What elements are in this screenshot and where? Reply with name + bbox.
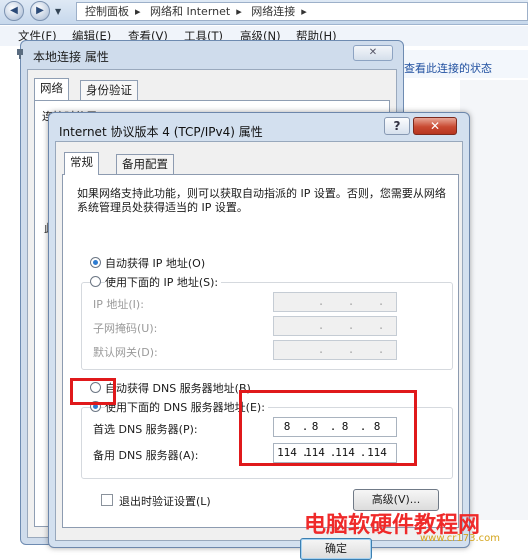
view-connection-status-link[interactable]: 查看此连接的状态 [404,60,492,76]
network-adapter-icon [17,49,23,59]
general-tab-panel: 如果网络支持此功能，则可以获取自动指派的 IP 设置。否则，您需要从网络系统管理… [62,174,459,528]
forward-icon[interactable]: ▶ [30,1,50,21]
dialog-body: 常规 备用配置 如果网络支持此功能，则可以获取自动指派的 IP 设置。否则，您需… [55,141,463,560]
subnet-mask-field[interactable]: ... [273,316,397,336]
ip-address-label: IP 地址(I): [93,298,144,311]
tab-authentication[interactable]: 身份验证 [80,80,138,100]
dialog-title: Internet 协议版本 4 (TCP/IPv4) 属性 [59,125,263,139]
auto-dns-label[interactable]: 自动获得 DNS 服务器地址(B) [105,380,251,396]
breadcrumb-item[interactable]: 控制面板 [85,5,129,18]
validate-on-exit-checkbox[interactable] [101,494,113,506]
tab-alternate-configuration[interactable]: 备用配置 [116,154,174,174]
breadcrumb-separator-icon: ▸ [301,5,307,18]
intro-text: 如果网络支持此功能，则可以获取自动指派的 IP 设置。否则，您需要从网络系统管理… [77,187,446,214]
highlight-manual-dns-radio [70,378,116,405]
breadcrumb-separator-icon: ▸ [135,5,141,18]
subnet-mask-label: 子网掩码(U): [93,322,158,335]
highlight-dns-fields [239,390,417,466]
watermark-subtext: www.cr173.com [420,533,501,544]
history-dropdown-icon[interactable]: ▼ [55,7,61,16]
breadcrumb[interactable]: 控制面板 ▸ 网络和 Internet ▸ 网络连接 ▸ [76,2,528,21]
default-gateway-field[interactable]: ... [273,340,397,360]
tab-network[interactable]: 网络 [34,78,69,100]
preferred-dns-label: 首选 DNS 服务器(P): [93,423,198,436]
auto-ip-label[interactable]: 自动获得 IP 地址(O) [105,255,205,271]
validate-on-exit-label[interactable]: 退出时验证设置(L) [119,493,211,509]
ok-button[interactable]: 确定 [300,538,372,560]
connections-pane [460,80,528,520]
manual-ip-radio[interactable] [90,276,101,287]
address-bar: ◀ ▶ ▼ 控制面板 ▸ 网络和 Internet ▸ 网络连接 ▸ [0,0,528,25]
close-icon: ✕ [429,119,441,133]
breadcrumb-separator-icon: ▸ [236,5,242,18]
dialog-title: 本地连接 属性 [33,50,109,64]
breadcrumb-item[interactable]: 网络和 Internet [150,5,230,18]
help-icon: ? [393,119,401,133]
manual-ip-label[interactable]: 使用下面的 IP 地址(S): [105,274,222,290]
breadcrumb-item[interactable]: 网络连接 [251,5,295,18]
default-gateway-label: 默认网关(D): [93,346,158,359]
ipv4-properties-dialog: Internet 协议版本 4 (TCP/IPv4) 属性 ? ✕ 常规 备用配… [48,112,470,560]
back-icon[interactable]: ◀ [4,1,24,21]
close-icon: ✕ [368,47,378,58]
alternate-dns-label: 备用 DNS 服务器(A): [93,449,199,462]
ip-address-field[interactable]: ... [273,292,397,312]
tab-general[interactable]: 常规 [64,152,99,175]
close-button[interactable]: ✕ [413,117,457,135]
help-button[interactable]: ? [384,117,410,135]
auto-ip-radio[interactable] [90,257,101,268]
close-button[interactable]: ✕ [353,45,393,61]
